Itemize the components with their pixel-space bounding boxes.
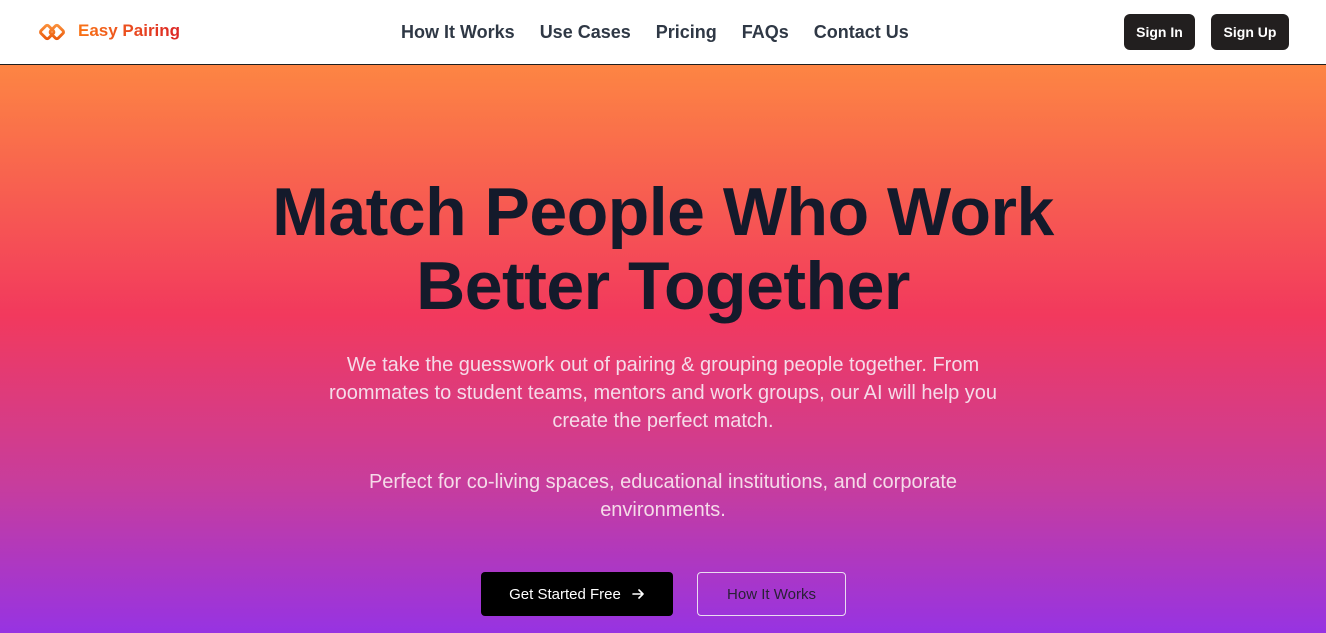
hero-section: Match People Who Work Better Together We… — [0, 65, 1326, 633]
brand-logo[interactable]: Easy Pairing — [39, 17, 180, 45]
how-it-works-button[interactable]: How It Works — [697, 572, 846, 616]
hero-title-line-1: Match People Who Work — [272, 174, 1054, 250]
hero-description: We take the guesswork out of pairing & g… — [328, 354, 998, 432]
arrow-right-icon — [631, 587, 645, 601]
nav-link-pricing[interactable]: Pricing — [656, 21, 717, 43]
nav-link-how-it-works[interactable]: How It Works — [401, 21, 515, 43]
nav-link-faqs[interactable]: FAQs — [742, 21, 789, 43]
hero-subdescription: Perfect for co-living spaces, educationa… — [368, 471, 958, 521]
hero-title-line-2: Better Together — [416, 248, 910, 324]
nav-link-contact-us[interactable]: Contact Us — [814, 21, 909, 43]
brand-name: Easy Pairing — [78, 21, 181, 40]
linked-diamonds-icon — [39, 18, 66, 45]
sign-up-button[interactable]: Sign Up — [1211, 14, 1289, 50]
main-menu: How It Works Use Cases Pricing FAQs Cont… — [401, 21, 909, 43]
get-started-button[interactable]: Get Started Free — [481, 572, 673, 616]
hero-title: Match People Who Work Better Together — [163, 175, 1163, 323]
sign-in-button[interactable]: Sign In — [1124, 14, 1195, 50]
nav-link-use-cases[interactable]: Use Cases — [540, 21, 631, 43]
top-navbar: Easy Pairing How It Works Use Cases Pric… — [0, 0, 1326, 65]
get-started-label: Get Started Free — [509, 585, 621, 603]
